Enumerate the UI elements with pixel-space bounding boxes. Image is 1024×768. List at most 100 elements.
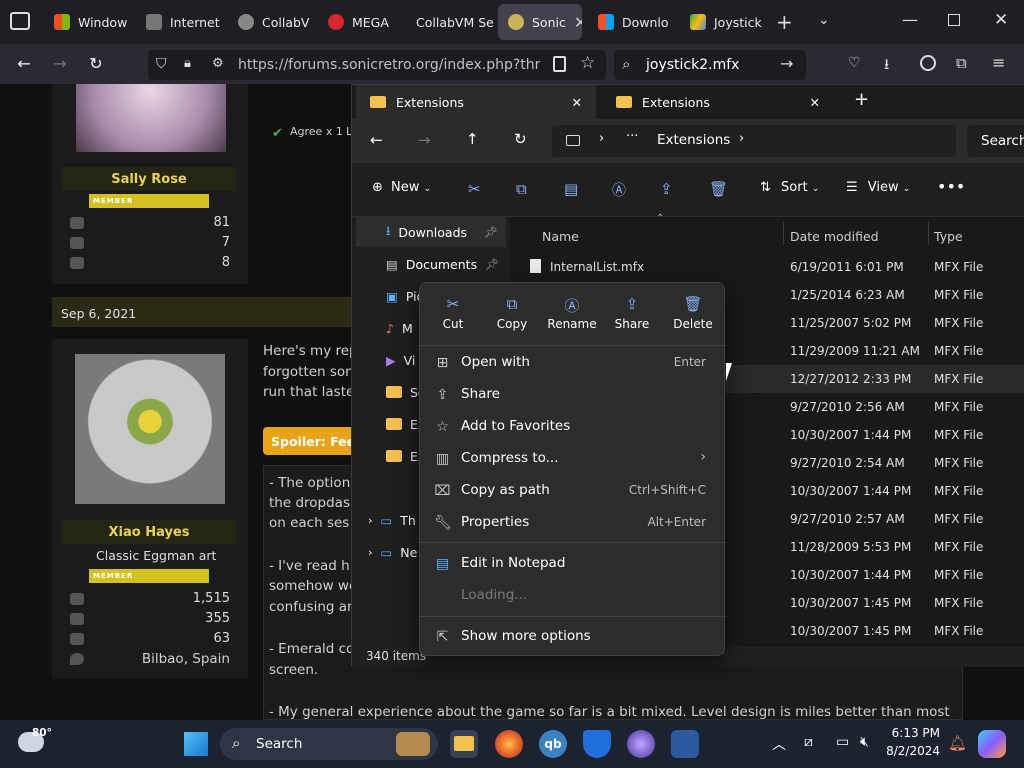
explorer-tab-1[interactable]: Extensions ✕ [356,85,596,119]
clock-time[interactable]: 6:13 PM [884,726,940,740]
share-icon[interactable]: ⇪ [660,180,673,198]
avatar[interactable] [76,84,226,152]
copy-icon[interactable]: ⧉ [516,180,527,198]
tab-overview-icon[interactable] [10,12,30,30]
start-button[interactable] [184,732,208,756]
close-window-icon[interactable]: ✕ [994,10,1008,30]
tab-download[interactable]: Downlo [588,4,674,40]
username[interactable]: Xiao Hayes [62,525,236,540]
column-header-name[interactable]: Name [542,229,579,244]
copy-button[interactable]: ⧉ Copy [482,295,542,331]
tab-joystick[interactable]: Joystick [680,4,766,40]
post-date[interactable]: Sep 6, 2021 [61,306,136,321]
breadcrumb[interactable]: Extensions [657,132,730,148]
network-icon[interactable]: ⧄ [804,734,813,750]
agree-reaction[interactable]: Agree x 1 [290,125,343,138]
post-line: forgotten son [263,364,354,380]
explorer-tab-2[interactable]: Extensions ✕ [602,85,834,119]
column-divider[interactable] [928,221,929,245]
column-divider[interactable] [783,221,784,245]
maximize-icon[interactable] [948,14,960,26]
tab-sonic-active[interactable]: Sonic ✕ [498,4,582,40]
open-with-item[interactable]: ⊞ Open with Enter [426,347,720,379]
share-item[interactable]: ⇪ Share [426,379,720,411]
new-tab-icon[interactable]: + [776,10,793,34]
notification-bell-icon[interactable]: 🔔︎ [948,734,967,752]
close-tab-icon[interactable]: ✕ [810,95,820,110]
delete-button[interactable]: 🗑︎ Delete [663,295,723,331]
weather-temp[interactable]: 80° [32,727,52,739]
permissions-icon[interactable]: ⚙ [212,56,224,71]
chevron-up-icon[interactable]: ︿ [772,734,786,754]
tab-internet[interactable]: Internet [136,4,220,40]
refresh-icon[interactable]: ↻ [514,130,527,148]
tab-collabvm-2[interactable]: CollabVM Se [406,4,498,40]
new-tab-icon[interactable]: + [854,89,869,110]
app-icon[interactable] [671,730,699,758]
edit-in-notepad-item[interactable]: ▤ Edit in Notepad [426,548,720,580]
url-text[interactable]: https://forums.sonicretro.org/index.php?… [238,57,540,73]
show-more-options-item[interactable]: ⇱ Show more options [426,621,720,653]
volume-icon[interactable]: 🔇︎ [860,734,869,750]
search-input[interactable]: joystick2.mfx [646,57,739,73]
pocket-icon[interactable]: ♡ [848,55,861,71]
tab-mega[interactable]: MEGA [318,4,402,40]
properties-item[interactable]: 🔧︎ Properties Alt+Enter [426,507,720,539]
shield-icon[interactable]: ⛉ [156,56,167,72]
tab-list-icon[interactable]: ⌄ [818,12,830,28]
add-to-favorites-item[interactable]: ☆ Add to Favorites [426,411,720,443]
sidebar-item-documents[interactable]: ▤ Documents 📌︎ [356,249,506,279]
back-icon[interactable]: ← [12,52,36,76]
close-tab-icon[interactable]: ✕ [574,13,582,32]
search-go-icon[interactable]: → [780,54,793,73]
account-icon[interactable] [920,55,936,71]
more-options-icon[interactable]: ••• [937,177,965,196]
address-field[interactable] [552,125,956,157]
paste-icon[interactable]: ▤ [564,180,578,198]
bookmark-star-icon[interactable]: ☆ [580,53,595,73]
clock-date[interactable]: 8/2/2024 [884,744,940,758]
firefox-icon[interactable] [495,730,523,758]
shield-app-icon[interactable] [583,730,611,758]
back-icon[interactable]: ← [370,131,383,149]
app-icon[interactable] [627,730,655,758]
table-row[interactable]: InternalList.mfx 6/19/2011 6:01 PM MFX Fil… [510,253,1024,281]
compress-to-item[interactable]: ▥ Compress to... › [426,443,720,475]
file-type: MFX File [934,400,984,414]
copy-as-path-item[interactable]: ⌧ Copy as path Ctrl+Shift+C [426,475,720,507]
view-button[interactable]: ☰ View ⌄ [846,180,910,195]
display-icon[interactable]: ▭ [836,734,849,750]
chevron-right-icon[interactable]: › [739,131,744,146]
sort-button[interactable]: ⇅ Sort ⌄ [760,180,819,195]
reader-view-icon[interactable] [553,56,566,72]
tab-collabvm-1[interactable]: CollabV [228,4,312,40]
rename-button[interactable]: Ⓐ Rename [542,295,602,331]
new-button[interactable]: ⊕ New ⌄ [372,180,431,195]
share-button[interactable]: ⇪ Share [602,295,662,331]
column-header-date[interactable]: Date modified [790,229,879,244]
column-header-type[interactable]: Type [934,229,963,244]
more-path-icon[interactable]: ··· [626,129,638,144]
copilot-icon[interactable] [978,730,1006,758]
cut-button[interactable]: ✂ Cut [423,295,483,331]
sidebar-item-downloads[interactable]: ⭳ Downloads 📌︎ [356,217,506,247]
rename-icon[interactable]: Ⓐ [612,180,626,200]
qbittorrent-icon[interactable]: qb [539,730,567,758]
forward-icon[interactable]: → [418,131,431,149]
username[interactable]: Sally Rose [62,172,236,187]
tab-windows[interactable]: Window [44,4,128,40]
cut-icon[interactable]: ✂ [468,180,481,198]
delete-icon[interactable]: 🗑︎ [709,180,728,198]
up-icon[interactable]: ↑ [466,130,479,148]
file-explorer-icon[interactable] [450,730,478,758]
lock-icon[interactable]: 🔒︎ [184,56,191,71]
extensions-icon[interactable]: ⧉ [956,54,967,72]
avatar[interactable] [75,354,225,504]
minimize-icon[interactable]: — [902,10,918,29]
downloads-icon[interactable]: ⭳ [884,54,889,79]
reload-icon[interactable]: ↻ [84,52,108,76]
forward-icon[interactable]: → [48,52,72,76]
pin-icon: 📌︎ [485,257,500,271]
close-tab-icon[interactable]: ✕ [572,95,582,110]
menu-icon[interactable]: ≡ [992,53,1005,72]
